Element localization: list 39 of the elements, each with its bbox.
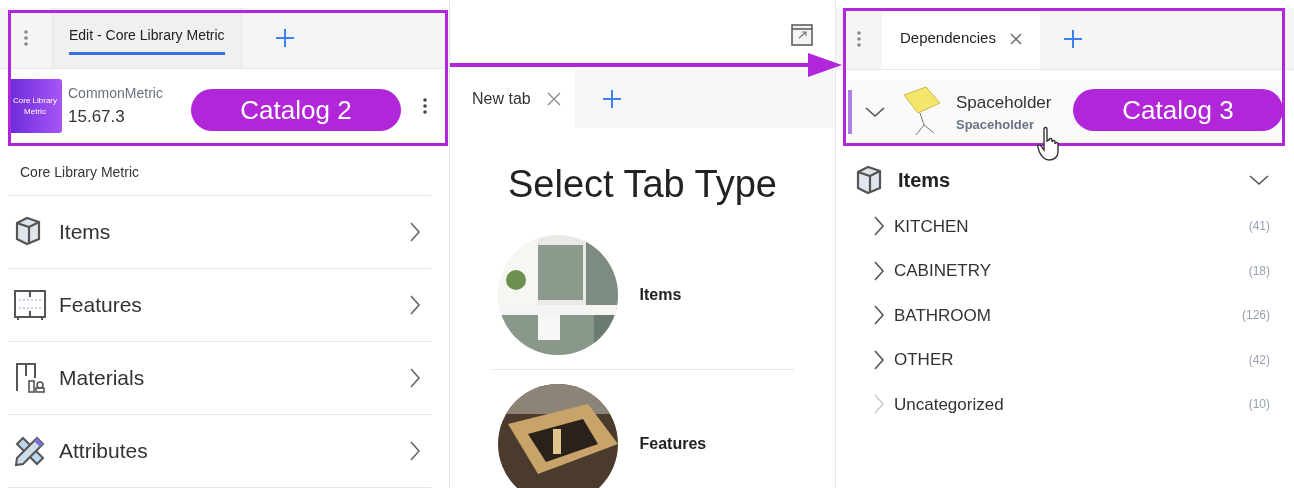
menu-item[interactable]: Items xyxy=(8,196,431,270)
chevron-right-icon xyxy=(408,221,422,244)
chevron-down-icon[interactable] xyxy=(864,105,886,119)
annotation-label: Catalog 2 xyxy=(191,89,401,131)
pencil-ruler-icon xyxy=(13,434,47,469)
catalog-version: 15.67.3 xyxy=(68,105,126,128)
section-label: Core Library Metric xyxy=(8,143,431,197)
tab[interactable]: Edit - Core Library Metric xyxy=(52,8,242,69)
tab-type-option[interactable]: Features xyxy=(491,384,794,488)
tree-item[interactable]: Uncategorized (10) xyxy=(872,382,1270,427)
catalog-name: CommonMetric xyxy=(68,83,163,103)
add-tab-icon[interactable] xyxy=(273,27,296,50)
menu-item[interactable]: Attributes xyxy=(8,415,431,488)
tab[interactable]: New tab xyxy=(450,70,575,128)
more-icon[interactable] xyxy=(422,97,428,116)
menu-item[interactable]: Features xyxy=(8,269,431,343)
annotation-label: Catalog 3 xyxy=(1073,89,1283,131)
dependency-title: Spaceholder xyxy=(956,91,1052,114)
chevron-right-icon xyxy=(408,367,422,390)
menu-item[interactable]: Materials xyxy=(8,342,431,416)
add-tab-icon[interactable] xyxy=(600,88,623,110)
tab-type-option[interactable]: Items xyxy=(491,235,794,370)
add-tab-icon[interactable] xyxy=(1061,27,1084,50)
close-icon[interactable] xyxy=(546,92,561,106)
section-header[interactable]: Items xyxy=(854,164,1276,196)
frame-icon xyxy=(13,288,47,323)
maximize-icon[interactable] xyxy=(791,24,813,46)
close-icon[interactable] xyxy=(1009,32,1022,45)
page-heading: Select Tab Type xyxy=(508,162,777,207)
tree-item[interactable]: BATHROOM (126) xyxy=(872,293,1270,338)
tree-item[interactable]: CABINETRY (18) xyxy=(872,248,1270,293)
tree-item[interactable]: OTHER (42) xyxy=(872,337,1270,382)
tab[interactable]: Dependencies xyxy=(882,8,1040,69)
chevron-right-icon xyxy=(408,440,422,463)
tree-item[interactable]: KITCHEN (41) xyxy=(872,204,1270,249)
chevron-right-icon xyxy=(408,294,422,317)
catalog-logo: Core Library Metric xyxy=(8,79,62,134)
dependency-subtitle: Spaceholder xyxy=(956,116,1036,134)
cabinet-icon xyxy=(13,361,47,396)
